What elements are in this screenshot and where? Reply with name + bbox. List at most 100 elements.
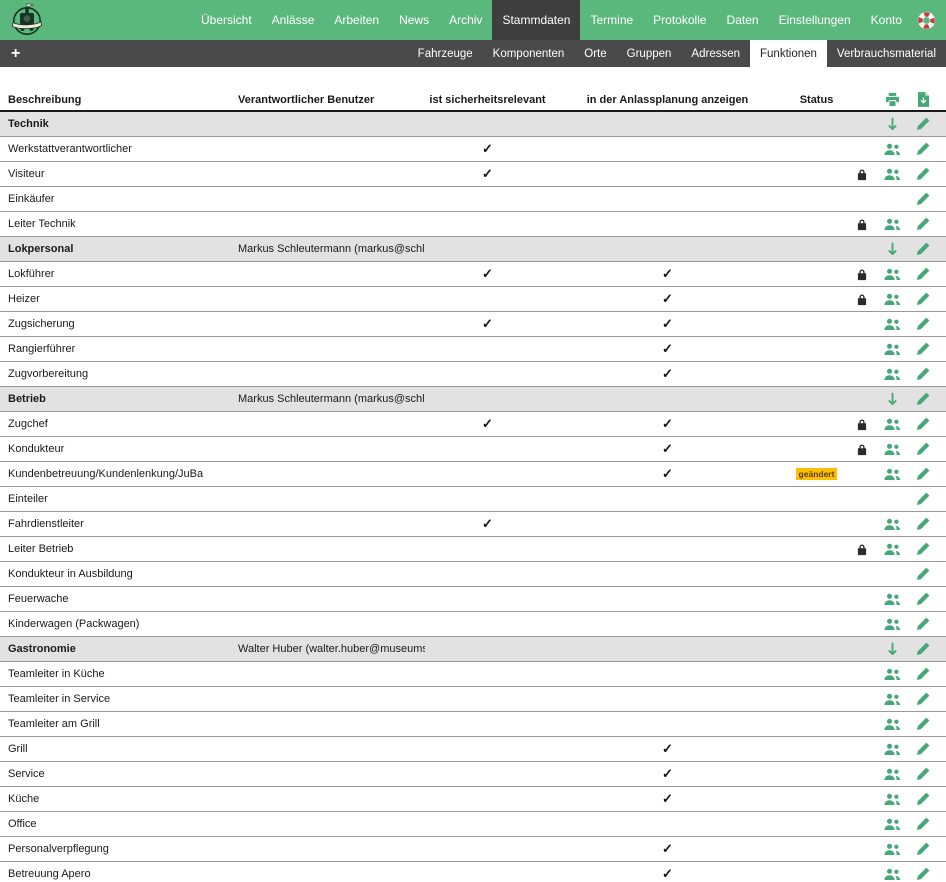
pencil-icon[interactable]	[916, 392, 930, 406]
users-icon[interactable]	[883, 143, 901, 156]
pencil-icon[interactable]	[916, 842, 930, 856]
users-icon[interactable]	[883, 418, 901, 431]
users-icon[interactable]	[883, 843, 901, 856]
pencil-icon[interactable]	[916, 492, 930, 506]
life-ring-icon[interactable]	[912, 0, 946, 40]
users-icon[interactable]	[883, 343, 901, 356]
pencil-icon[interactable]	[916, 117, 930, 131]
users-icon[interactable]	[883, 668, 901, 681]
tab-gruppen[interactable]: Gruppen	[617, 40, 682, 67]
nav-item-stammdaten[interactable]: Stammdaten	[492, 0, 581, 40]
tab-verbrauchsmaterial[interactable]: Verbrauchsmaterial	[827, 40, 946, 67]
pencil-icon[interactable]	[916, 617, 930, 631]
group-row-betrieb: Betrieb Markus Schleutermann (markus@schl…	[0, 387, 946, 412]
users-icon[interactable]	[883, 818, 901, 831]
users-icon[interactable]	[883, 693, 901, 706]
users-icon[interactable]	[883, 793, 901, 806]
users-icon[interactable]	[883, 593, 901, 606]
pencil-icon[interactable]	[916, 542, 930, 556]
check-icon: ✓	[482, 416, 493, 431]
row-sicherheitsrelevant: ✓	[425, 166, 550, 182]
export-file-icon[interactable]	[917, 92, 930, 107]
check-icon: ✓	[662, 316, 673, 331]
users-icon[interactable]	[883, 218, 901, 231]
nav-item-archiv[interactable]: Archiv	[439, 0, 492, 40]
pencil-icon[interactable]	[916, 867, 930, 881]
col-beschreibung: Beschreibung	[8, 93, 82, 106]
table-row-grill: Grill ✓	[0, 737, 946, 762]
check-icon: ✓	[662, 766, 673, 781]
nav-item-konto[interactable]: Konto	[861, 0, 912, 40]
nav-item-einstellungen[interactable]: Einstellungen	[769, 0, 861, 40]
table-row-einteiler: Einteiler	[0, 487, 946, 512]
row-edit-cell	[908, 292, 946, 306]
tab-komponenten[interactable]: Komponenten	[483, 40, 575, 67]
users-icon[interactable]	[883, 718, 901, 731]
users-icon[interactable]	[883, 868, 901, 881]
pencil-icon[interactable]	[916, 642, 930, 656]
pencil-icon[interactable]	[916, 467, 930, 481]
tab-fahrzeuge[interactable]: Fahrzeuge	[408, 40, 483, 67]
row-users-cell	[876, 718, 908, 731]
nav-item-protokolle[interactable]: Protokolle	[643, 0, 716, 40]
pencil-icon[interactable]	[916, 667, 930, 681]
users-icon[interactable]	[883, 268, 901, 281]
move-down-icon[interactable]	[887, 642, 898, 657]
tab-adressen[interactable]: Adressen	[681, 40, 750, 67]
tab-funktionen[interactable]: Funktionen	[750, 40, 827, 67]
pencil-icon[interactable]	[916, 792, 930, 806]
pencil-icon[interactable]	[916, 567, 930, 581]
print-icon[interactable]	[885, 92, 900, 107]
pencil-icon[interactable]	[916, 592, 930, 606]
pencil-icon[interactable]	[916, 692, 930, 706]
row-edit-cell	[908, 192, 946, 206]
nav-item-daten[interactable]: Daten	[717, 0, 769, 40]
pencil-icon[interactable]	[916, 142, 930, 156]
pencil-icon[interactable]	[916, 417, 930, 431]
row-edit-cell	[908, 692, 946, 706]
row-edit-cell	[908, 617, 946, 631]
pencil-icon[interactable]	[916, 242, 930, 256]
row-users-cell	[876, 392, 908, 407]
users-icon[interactable]	[883, 768, 901, 781]
add-button[interactable]: +	[0, 40, 31, 67]
row-anlassplanung: ✓	[550, 441, 785, 457]
tab-orte[interactable]: Orte	[574, 40, 616, 67]
pencil-icon[interactable]	[916, 167, 930, 181]
pencil-icon[interactable]	[916, 767, 930, 781]
pencil-icon[interactable]	[916, 717, 930, 731]
users-icon[interactable]	[883, 468, 901, 481]
users-icon[interactable]	[883, 168, 901, 181]
pencil-icon[interactable]	[916, 367, 930, 381]
users-icon[interactable]	[883, 518, 901, 531]
move-down-icon[interactable]	[887, 117, 898, 132]
users-icon[interactable]	[883, 443, 901, 456]
pencil-icon[interactable]	[916, 817, 930, 831]
nav-item-uebersicht[interactable]: Übersicht	[191, 0, 262, 40]
pencil-icon[interactable]	[916, 442, 930, 456]
nav-item-arbeiten[interactable]: Arbeiten	[324, 0, 389, 40]
nav-item-termine[interactable]: Termine	[580, 0, 643, 40]
nav-item-anlaesse[interactable]: Anlässe	[262, 0, 325, 40]
pencil-icon[interactable]	[916, 267, 930, 281]
pencil-icon[interactable]	[916, 742, 930, 756]
pencil-icon[interactable]	[916, 217, 930, 231]
pencil-icon[interactable]	[916, 342, 930, 356]
pencil-icon[interactable]	[916, 517, 930, 531]
pencil-icon[interactable]	[916, 317, 930, 331]
row-edit-cell	[908, 217, 946, 231]
users-icon[interactable]	[883, 318, 901, 331]
row-users-cell	[876, 218, 908, 231]
users-icon[interactable]	[883, 543, 901, 556]
nav-item-news[interactable]: News	[389, 0, 439, 40]
railway-badge-logo[interactable]	[0, 0, 45, 40]
users-icon[interactable]	[883, 368, 901, 381]
table-row-kinderwagen-packwagen: Kinderwagen (Packwagen)	[0, 612, 946, 637]
users-icon[interactable]	[883, 618, 901, 631]
users-icon[interactable]	[883, 293, 901, 306]
pencil-icon[interactable]	[916, 292, 930, 306]
move-down-icon[interactable]	[887, 242, 898, 257]
users-icon[interactable]	[883, 743, 901, 756]
pencil-icon[interactable]	[916, 192, 930, 206]
move-down-icon[interactable]	[887, 392, 898, 407]
